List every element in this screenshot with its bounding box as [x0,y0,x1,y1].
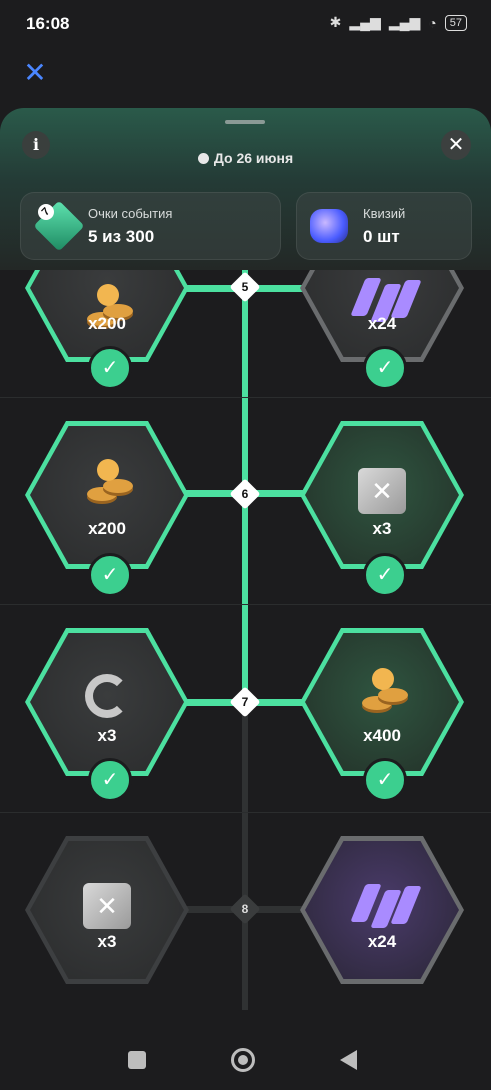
row-divider [0,812,491,813]
reward-quantity: x200 [88,519,126,538]
quiz-card[interactable]: Квизий 0 шт [296,192,472,260]
home-button[interactable] [231,1048,255,1072]
reward-coins-x200[interactable]: x200 ✓ [25,421,189,597]
deadline-text: До 26 июня [213,150,294,166]
level-node: 5 [229,271,261,303]
check-icon: ✓ [363,553,407,597]
coins-icon [77,459,137,505]
close-icon[interactable]: ✕ [22,59,48,87]
row-divider [0,397,491,398]
signal-icon: ▂▄▆ [349,14,381,30]
back-button[interactable] [340,1050,357,1070]
crystal-icon [310,209,348,243]
chip-icon [83,883,131,929]
check-icon: ✓ [363,346,407,390]
lightning-icon [350,884,422,928]
card-title: Очки события [88,206,173,221]
reward-lightning-x24[interactable]: x24 [300,836,464,984]
drag-handle[interactable] [225,120,265,124]
reward-refresh-x3[interactable]: x3 ✓ [25,628,189,802]
check-icon: ✓ [88,346,132,390]
reward-quantity: x24 [367,314,397,333]
reward-quantity: x3 [97,932,117,951]
clock-icon [197,153,209,164]
reward-chip-x3[interactable]: x3 ✓ [300,421,464,597]
coins-icon [352,668,412,714]
reward-quantity: x200 [88,314,126,333]
reward-quantity: x24 [367,932,397,951]
battery-icon: 57 [444,14,467,31]
refresh-icon [85,674,129,718]
check-icon: ✓ [88,758,132,802]
reward-quantity: x3 [372,519,392,538]
wifi-icon: ◔ [428,14,437,31]
reward-coins-x400[interactable]: x400 ✓ [300,628,464,802]
chip-icon [358,468,406,514]
level-node: 6 [229,478,261,510]
check-icon: ✓ [363,758,407,802]
status-time: 16:08 [26,14,70,33]
card-value: 0 шт [363,227,400,246]
reward-chip-x3[interactable]: x3 [25,836,189,984]
signal-icon-2: ▂▄▆ [388,14,421,30]
event-points-card[interactable]: 7 Очки события 5 из 300 [20,192,281,260]
card-value: 5 из 300 [88,227,155,246]
gem-icon: 7 [33,200,85,252]
row-divider [0,604,491,605]
level-node: 7 [229,686,261,718]
bluetooth-icon: ✱ [329,14,342,30]
event-deadline: До 26 июня [0,150,491,166]
reward-quantity: x3 [97,726,117,745]
reward-quantity: x400 [363,726,401,745]
level-node: 8 [229,893,261,925]
card-title: Квизий [363,206,406,221]
status-icons: ✱ ▂▄▆ ▂▄▆ ◔ 57 [330,14,467,31]
check-icon: ✓ [88,553,132,597]
recents-button[interactable] [128,1051,146,1069]
